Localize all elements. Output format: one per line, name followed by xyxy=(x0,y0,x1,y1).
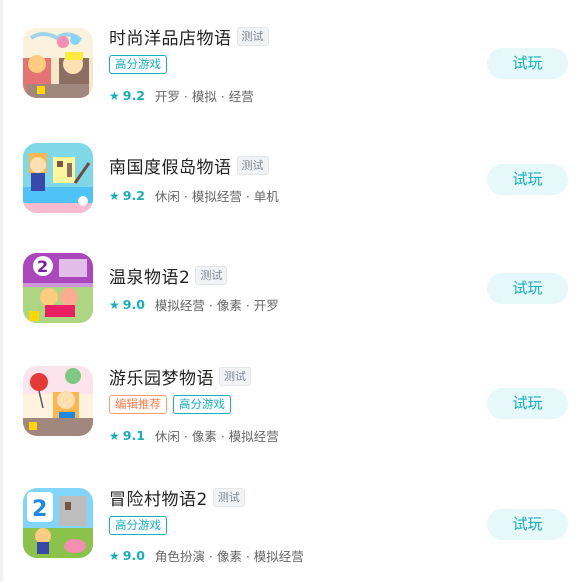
genre-list: 开罗 · 模拟 · 经营 xyxy=(154,89,254,104)
test-badge: 测试 xyxy=(236,27,269,46)
adventure-village-icon[interactable]: 2 xyxy=(23,488,93,558)
tag-high-score: 高分游戏 xyxy=(173,395,231,414)
tag-editor-pick: 编辑推荐 xyxy=(109,395,167,414)
game-row[interactable]: 2 温泉物语2 测试 ★ 9.0 模拟经营 · 像素 · 开罗 试玩 xyxy=(0,220,584,330)
test-badge: 测试 xyxy=(195,266,228,285)
try-play-button[interactable]: 试玩 xyxy=(487,48,568,79)
rating-score: 9.0 xyxy=(122,297,145,312)
hot-spring-icon[interactable]: 2 xyxy=(23,253,93,323)
star-icon: ★ xyxy=(109,88,120,103)
star-icon: ★ xyxy=(109,188,120,203)
rating-score: 9.2 xyxy=(122,88,145,103)
game-row[interactable]: 2 冒险村物语2 测试 高分游戏 ★ 9.0 角色扮演 · 像素 · 模拟经营 … xyxy=(0,440,584,564)
game-title[interactable]: 冒险村物语2 xyxy=(109,485,208,510)
tag-high-score: 高分游戏 xyxy=(109,516,167,535)
svg-text:2: 2 xyxy=(37,257,48,276)
try-play-button[interactable]: 试玩 xyxy=(487,509,568,540)
test-badge: 测试 xyxy=(219,367,251,386)
fashion-shop-icon[interactable] xyxy=(23,28,93,98)
svg-text:2: 2 xyxy=(32,497,47,522)
rating-score: 9.2 xyxy=(122,188,145,203)
test-badge: 测试 xyxy=(236,156,269,175)
test-badge: 测试 xyxy=(212,488,245,507)
game-row[interactable]: 游乐园梦物语 测试 编辑推荐 高分游戏 ★ 9.1 休闲 · 像素 · 模拟经营… xyxy=(0,330,584,444)
game-title[interactable]: 游乐园梦物语 xyxy=(109,364,214,389)
star-icon: ★ xyxy=(109,297,120,312)
genre-list: 休闲 · 模拟经营 · 单机 xyxy=(154,189,279,204)
game-row[interactable]: 时尚洋品店物语 测试 高分游戏 ★ 9.2 开罗 · 模拟 · 经营 试玩 xyxy=(0,0,584,110)
game-title[interactable]: 温泉物语2 xyxy=(109,263,190,288)
star-icon: ★ xyxy=(109,548,120,563)
genre-list: 角色扮演 · 像素 · 模拟经营 xyxy=(154,549,304,564)
genre-list: 模拟经营 · 像素 · 开罗 xyxy=(154,298,279,313)
game-title[interactable]: 南国度假岛物语 xyxy=(109,153,232,178)
try-play-button[interactable]: 试玩 xyxy=(487,273,568,304)
amusement-park-icon[interactable] xyxy=(23,366,93,436)
try-play-button[interactable]: 试玩 xyxy=(487,164,568,195)
rating-score: 9.0 xyxy=(122,548,145,563)
island-resort-icon[interactable] xyxy=(23,143,93,213)
game-title[interactable]: 时尚洋品店物语 xyxy=(109,24,232,49)
try-play-button[interactable]: 试玩 xyxy=(487,388,568,419)
tag-high-score: 高分游戏 xyxy=(109,55,167,74)
game-row[interactable]: 南国度假岛物语 测试 ★ 9.2 休闲 · 模拟经营 · 单机 试玩 xyxy=(0,110,584,220)
